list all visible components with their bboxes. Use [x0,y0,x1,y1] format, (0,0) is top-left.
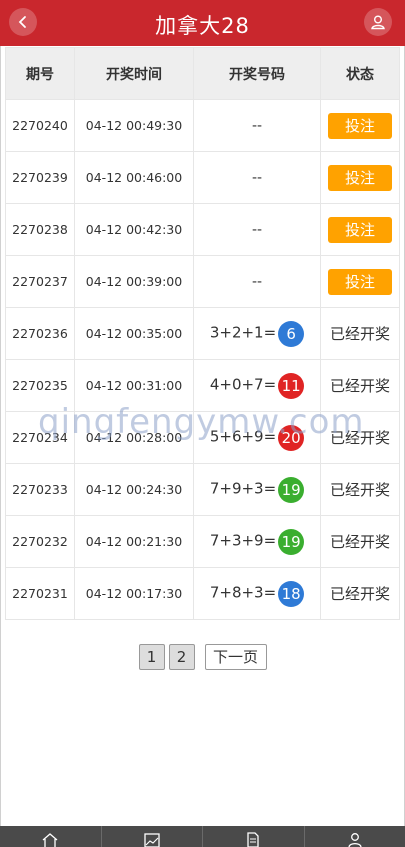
status-cell: 已经开奖 [320,463,400,516]
period-cell: 2270231 [5,567,75,620]
table-row: 2270238 04-12 00:42:30 -- 投注 [5,203,400,256]
home-icon [42,833,58,847]
draw-numbers-cell: 7+9+3= 19 [193,463,321,516]
period-cell: 2270240 [5,99,75,152]
image-icon [144,833,160,847]
draw-time-cell: 04-12 00:24:30 [74,463,194,516]
pending-dash: -- [251,273,263,290]
draw-time-cell: 04-12 00:49:30 [74,99,194,152]
period-cell: 2270234 [5,411,75,464]
draw-time-cell: 04-12 00:17:30 [74,567,194,620]
draw-time-cell: 04-12 00:31:00 [74,359,194,412]
draw-numbers-cell: 4+0+7= 11 [193,359,321,412]
table-row: 2270232 04-12 00:21:30 7+3+9= 19 已经开奖 [5,515,400,568]
status-cell: 已经开奖 [320,411,400,464]
table-row: 2270231 04-12 00:17:30 7+8+3= 18 已经开奖 [5,567,400,620]
result-ball: 11 [278,372,305,399]
number-formula: 5+6+9= [209,427,277,445]
draw-time-cell: 04-12 00:28:00 [74,411,194,464]
period-cell: 2270232 [5,515,75,568]
draw-numbers-cell: 3+2+1= 6 [193,307,321,360]
draw-time-cell: 04-12 00:35:00 [74,307,194,360]
status-cell: 已经开奖 [320,307,400,360]
status-cell: 已经开奖 [320,567,400,620]
app-header: 加拿大28 [0,0,405,46]
period-cell: 2270235 [5,359,75,412]
drawn-status: 已经开奖 [329,325,390,343]
status-cell: 投注 [320,203,400,256]
period-cell: 2270236 [5,307,75,360]
document-icon [247,832,259,847]
drawn-status: 已经开奖 [329,533,390,551]
pending-dash: -- [251,169,263,186]
bet-button[interactable]: 投注 [328,164,392,191]
page-2-button[interactable]: 2 [168,644,195,670]
bottom-nav [0,826,405,847]
draw-time-cell: 04-12 00:39:00 [74,255,194,308]
draw-numbers-cell: 7+8+3= 18 [193,567,321,620]
draw-numbers-cell: 5+6+9= 20 [193,411,321,464]
bet-button[interactable]: 投注 [328,268,392,295]
table-row: 2270233 04-12 00:24:30 7+9+3= 19 已经开奖 [5,463,400,516]
nav-records[interactable] [203,826,305,847]
user-icon [371,15,385,30]
status-cell: 投注 [320,99,400,152]
number-formula: 7+9+3= [209,479,277,497]
status-cell: 已经开奖 [320,359,400,412]
period-cell: 2270238 [5,203,75,256]
drawn-status: 已经开奖 [329,429,390,447]
next-page-button[interactable]: 下一页 [204,644,267,670]
col-status-header: 状态 [320,47,400,100]
status-cell: 投注 [320,255,400,308]
col-period-header: 期号 [5,47,75,100]
draw-numbers-cell: -- [193,99,321,152]
drawn-status: 已经开奖 [329,585,390,603]
bet-button[interactable]: 投注 [328,112,392,139]
table-row: 2270235 04-12 00:31:00 4+0+7= 11 已经开奖 [5,359,400,412]
results-table: 期号 开奖时间 开奖号码 状态 2270240 04-12 00:49:30 -- 投… [5,47,400,620]
user-icon [348,833,362,847]
period-cell: 2270239 [5,151,75,204]
draw-time-cell: 04-12 00:46:00 [74,151,194,204]
number-formula: 4+0+7= [209,375,277,393]
page-title: 加拿大28 [155,14,250,38]
draw-time-cell: 04-12 00:21:30 [74,515,194,568]
nav-profile[interactable] [305,826,405,847]
nav-home[interactable] [0,826,102,847]
pending-dash: -- [251,221,263,238]
result-ball: 19 [278,528,305,555]
nav-gallery[interactable] [102,826,203,847]
draw-numbers-cell: 7+3+9= 19 [193,515,321,568]
user-button[interactable] [364,8,392,36]
table-row: 2270237 04-12 00:39:00 -- 投注 [5,255,400,308]
result-ball: 6 [278,320,305,347]
bet-button[interactable]: 投注 [328,216,392,243]
col-time-header: 开奖时间 [74,47,194,100]
pending-dash: -- [251,117,263,134]
number-formula: 3+2+1= [209,323,277,341]
table-row: 2270240 04-12 00:49:30 -- 投注 [5,99,400,152]
page-1-button[interactable]: 1 [138,644,165,670]
table-row: 2270239 04-12 00:46:00 -- 投注 [5,151,400,204]
table-header-row: 期号 开奖时间 开奖号码 状态 [5,47,400,100]
number-formula: 7+8+3= [209,583,277,601]
number-formula: 7+3+9= [209,531,277,549]
status-cell: 投注 [320,151,400,204]
status-cell: 已经开奖 [320,515,400,568]
col-numbers-header: 开奖号码 [193,47,321,100]
drawn-status: 已经开奖 [329,481,390,499]
draw-numbers-cell: -- [193,255,321,308]
result-ball: 19 [278,476,305,503]
period-cell: 2270237 [5,255,75,308]
draw-numbers-cell: -- [193,203,321,256]
period-cell: 2270233 [5,463,75,516]
table-row: 2270236 04-12 00:35:00 3+2+1= 6 已经开奖 [5,307,400,360]
result-ball: 20 [278,424,305,451]
table-row: 2270234 04-12 00:28:00 5+6+9= 20 已经开奖 [5,411,400,464]
result-ball: 18 [278,580,305,607]
draw-time-cell: 04-12 00:42:30 [74,203,194,256]
draw-numbers-cell: -- [193,151,321,204]
pagination: 1 2 下一页 [0,644,405,670]
drawn-status: 已经开奖 [329,377,390,395]
